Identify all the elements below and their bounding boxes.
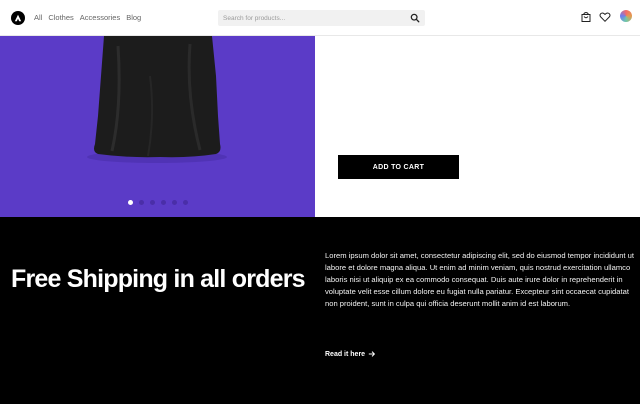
- product-image: [87, 36, 227, 163]
- logo-icon[interactable]: [11, 11, 25, 25]
- cart-icon[interactable]: [580, 11, 592, 23]
- carousel-dot-1[interactable]: [127, 200, 133, 205]
- top-navbar: All Clothes Accessories Blog: [0, 0, 640, 36]
- arrow-right-icon: [368, 351, 376, 357]
- promo-body: Lorem ipsum dolor sit amet, consectetur …: [325, 251, 634, 308]
- main-nav: All Clothes Accessories Blog: [34, 13, 141, 22]
- avatar[interactable]: [620, 10, 632, 22]
- search-bar: [218, 10, 425, 26]
- product-image-gallery: [0, 36, 315, 217]
- promo-section: Free Shipping in all orders Lorem ipsum …: [0, 217, 640, 404]
- product-details: ADD TO CART: [315, 36, 640, 217]
- read-more-label: Read it here: [325, 350, 366, 358]
- promo-title: Free Shipping in all orders: [11, 265, 306, 293]
- carousel-dot-2[interactable]: [138, 200, 144, 205]
- nav-item-accessories[interactable]: Accessories: [80, 13, 120, 22]
- logo-mark: [14, 14, 22, 22]
- heart-icon[interactable]: [599, 11, 611, 23]
- nav-item-clothes[interactable]: Clothes: [48, 13, 73, 22]
- read-more-link[interactable]: Read it here: [325, 350, 376, 358]
- nav-item-all[interactable]: All: [34, 13, 42, 22]
- search-icon[interactable]: [410, 13, 420, 23]
- carousel-dot-3[interactable]: [149, 200, 155, 205]
- nav-item-blog[interactable]: Blog: [126, 13, 141, 22]
- carousel-dot-6[interactable]: [182, 200, 188, 205]
- carousel-dot-4[interactable]: [160, 200, 166, 205]
- carousel-dots: [0, 200, 315, 205]
- add-to-cart-button[interactable]: ADD TO CART: [338, 155, 459, 179]
- search-input[interactable]: [218, 10, 403, 26]
- carousel-dot-5[interactable]: [171, 200, 177, 205]
